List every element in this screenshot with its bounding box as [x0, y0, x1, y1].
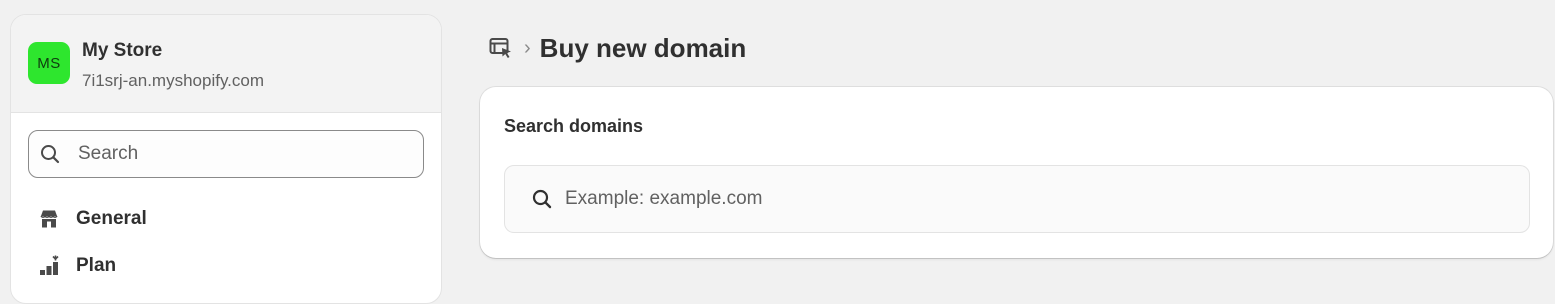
- store-name: My Store: [82, 40, 163, 61]
- sidebar-item-general[interactable]: General: [28, 201, 424, 237]
- sidebar-search-field[interactable]: [28, 130, 424, 178]
- sidebar-search-input[interactable]: [76, 142, 400, 166]
- plan-icon: [37, 254, 61, 278]
- store-icon: [37, 207, 61, 231]
- card-title: Search domains: [504, 116, 644, 136]
- sidebar-item-label: General: [76, 208, 147, 229]
- domain-search-field[interactable]: [504, 165, 1530, 233]
- settings-sidebar: MS My Store 7i1srj-an.myshopify.com Gene…: [10, 14, 442, 304]
- search-icon: [531, 188, 553, 210]
- store-avatar: MS: [28, 42, 70, 84]
- breadcrumb-separator: ›: [524, 36, 531, 59]
- domains-icon[interactable]: [488, 35, 514, 61]
- sidebar-item-plan[interactable]: Plan: [28, 248, 424, 284]
- search-domains-card: Search domains: [480, 87, 1553, 258]
- sidebar-item-label: Plan: [76, 255, 117, 276]
- page-title: Buy new domain: [539, 32, 747, 63]
- store-header[interactable]: MS My Store 7i1srj-an.myshopify.com: [11, 15, 441, 113]
- domain-search-input[interactable]: [563, 187, 1467, 211]
- search-icon: [39, 143, 61, 165]
- store-domain: 7i1srj-an.myshopify.com: [82, 71, 265, 90]
- breadcrumb: › Buy new domain: [488, 30, 746, 66]
